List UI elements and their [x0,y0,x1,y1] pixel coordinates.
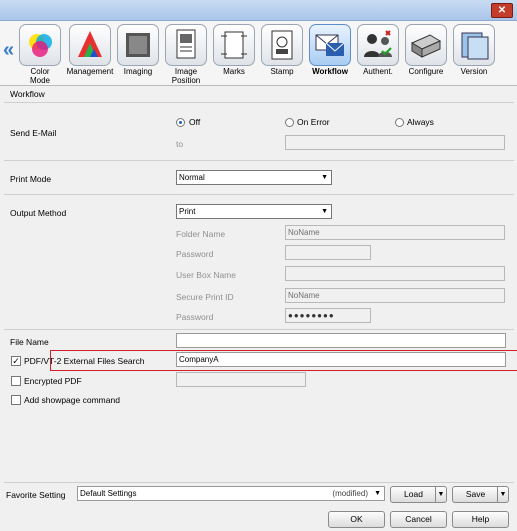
email-to-field[interactable] [285,135,505,150]
marks-icon [213,24,255,66]
password-field[interactable] [285,245,371,260]
divider [4,329,514,330]
workflow-icon [309,24,351,66]
divider [4,102,514,103]
send-email-off-radio[interactable] [176,118,185,127]
encrypted-pdf-checkbox[interactable] [11,376,21,386]
version-icon [453,24,495,66]
image-position-icon [165,24,207,66]
send-email-label: Send E-Mail [10,128,57,138]
password-label: Password [176,249,214,259]
highlight-frame [50,350,517,371]
tab-marks[interactable]: Marks [210,22,258,84]
pdf-search-checkbox[interactable]: ✓ [11,356,21,366]
save-button-label: Save [465,489,486,499]
showpage-label: Add showpage command [24,395,120,405]
tab-version[interactable]: Version [450,22,498,84]
folder-name-label: Folder Name [176,229,226,239]
tab-stamp[interactable]: Stamp [258,22,306,84]
print-mode-select[interactable]: Normal ▼ [176,170,332,185]
favorite-setting-label: Favorite Setting [6,490,66,500]
save-button[interactable]: Save ▼ [452,486,509,503]
chevron-down-icon: ▼ [321,208,328,215]
load-button[interactable]: Load ▼ [390,486,447,503]
load-button-label: Load [404,489,423,499]
stamp-icon [261,24,303,66]
output-method-value: Print [179,207,196,216]
showpage-checkbox[interactable] [11,395,21,405]
send-email-off-label: Off [189,117,201,127]
imaging-icon [117,24,159,66]
secure-print-id-label: Secure Print ID [176,292,234,302]
category-toolbar: « Color Mode Management Imaging Image Po… [0,21,517,86]
close-button[interactable]: ✕ [491,3,513,18]
chevron-down-icon: ▼ [321,174,328,181]
tab-authentication[interactable]: Authent. [354,22,402,84]
secure-print-id-field[interactable]: NoName [285,288,505,303]
printer-configure-icon [405,24,447,66]
title-bar: ✕ [0,0,517,21]
divider [4,482,514,483]
section-title: Workflow [10,89,45,99]
scroll-left-icon[interactable]: « [3,39,14,62]
file-name-field[interactable] [176,333,506,348]
file-name-label: File Name [10,337,49,347]
secure-password-label: Password [176,312,214,322]
send-email-always-radio[interactable] [395,118,404,127]
tab-configure[interactable]: Configure [402,22,450,84]
send-email-on-error-label: On Error [297,117,330,127]
print-mode-label: Print Mode [10,174,52,184]
folder-name-field[interactable]: NoName [285,225,505,240]
user-box-name-label: User Box Name [176,270,236,280]
tab-imaging[interactable]: Imaging [114,22,162,84]
chevron-down-icon: ▼ [374,490,381,497]
print-mode-value: Normal [179,173,205,182]
cancel-button[interactable]: Cancel [390,511,447,528]
load-dropdown-icon[interactable]: ▼ [435,487,446,502]
tab-label: Version [460,67,488,76]
ok-button[interactable]: OK [328,511,385,528]
secure-password-field[interactable]: ●●●●●●●● [285,308,371,323]
send-email-always-label: Always [407,117,434,127]
email-to-label: to [176,139,184,149]
encrypted-pdf-field[interactable] [176,372,306,387]
user-box-name-field[interactable] [285,266,505,281]
divider [4,194,514,195]
tab-image-position[interactable]: Image Position [162,22,210,85]
favorite-setting-select[interactable]: Default Settings (modified) ▼ [77,486,385,501]
color-wheel-icon [19,24,61,66]
encrypted-pdf-label: Encrypted PDF [24,376,82,386]
save-dropdown-icon[interactable]: ▼ [497,487,508,502]
tab-management[interactable]: Management [66,22,114,84]
favorite-setting-value: Default Settings [80,489,137,498]
tab-workflow[interactable]: Workflow [306,22,354,84]
divider [4,160,514,161]
tab-color-mode[interactable]: Color Mode [16,22,64,85]
send-email-on-error-radio[interactable] [285,118,294,127]
authentication-icon [357,24,399,66]
output-method-select[interactable]: Print ▼ [176,204,332,219]
modified-status: (modified) [332,489,368,498]
output-method-label: Output Method [10,208,67,218]
window-title [6,5,186,14]
color-triangle-icon [69,24,111,66]
help-button[interactable]: Help [452,511,509,528]
